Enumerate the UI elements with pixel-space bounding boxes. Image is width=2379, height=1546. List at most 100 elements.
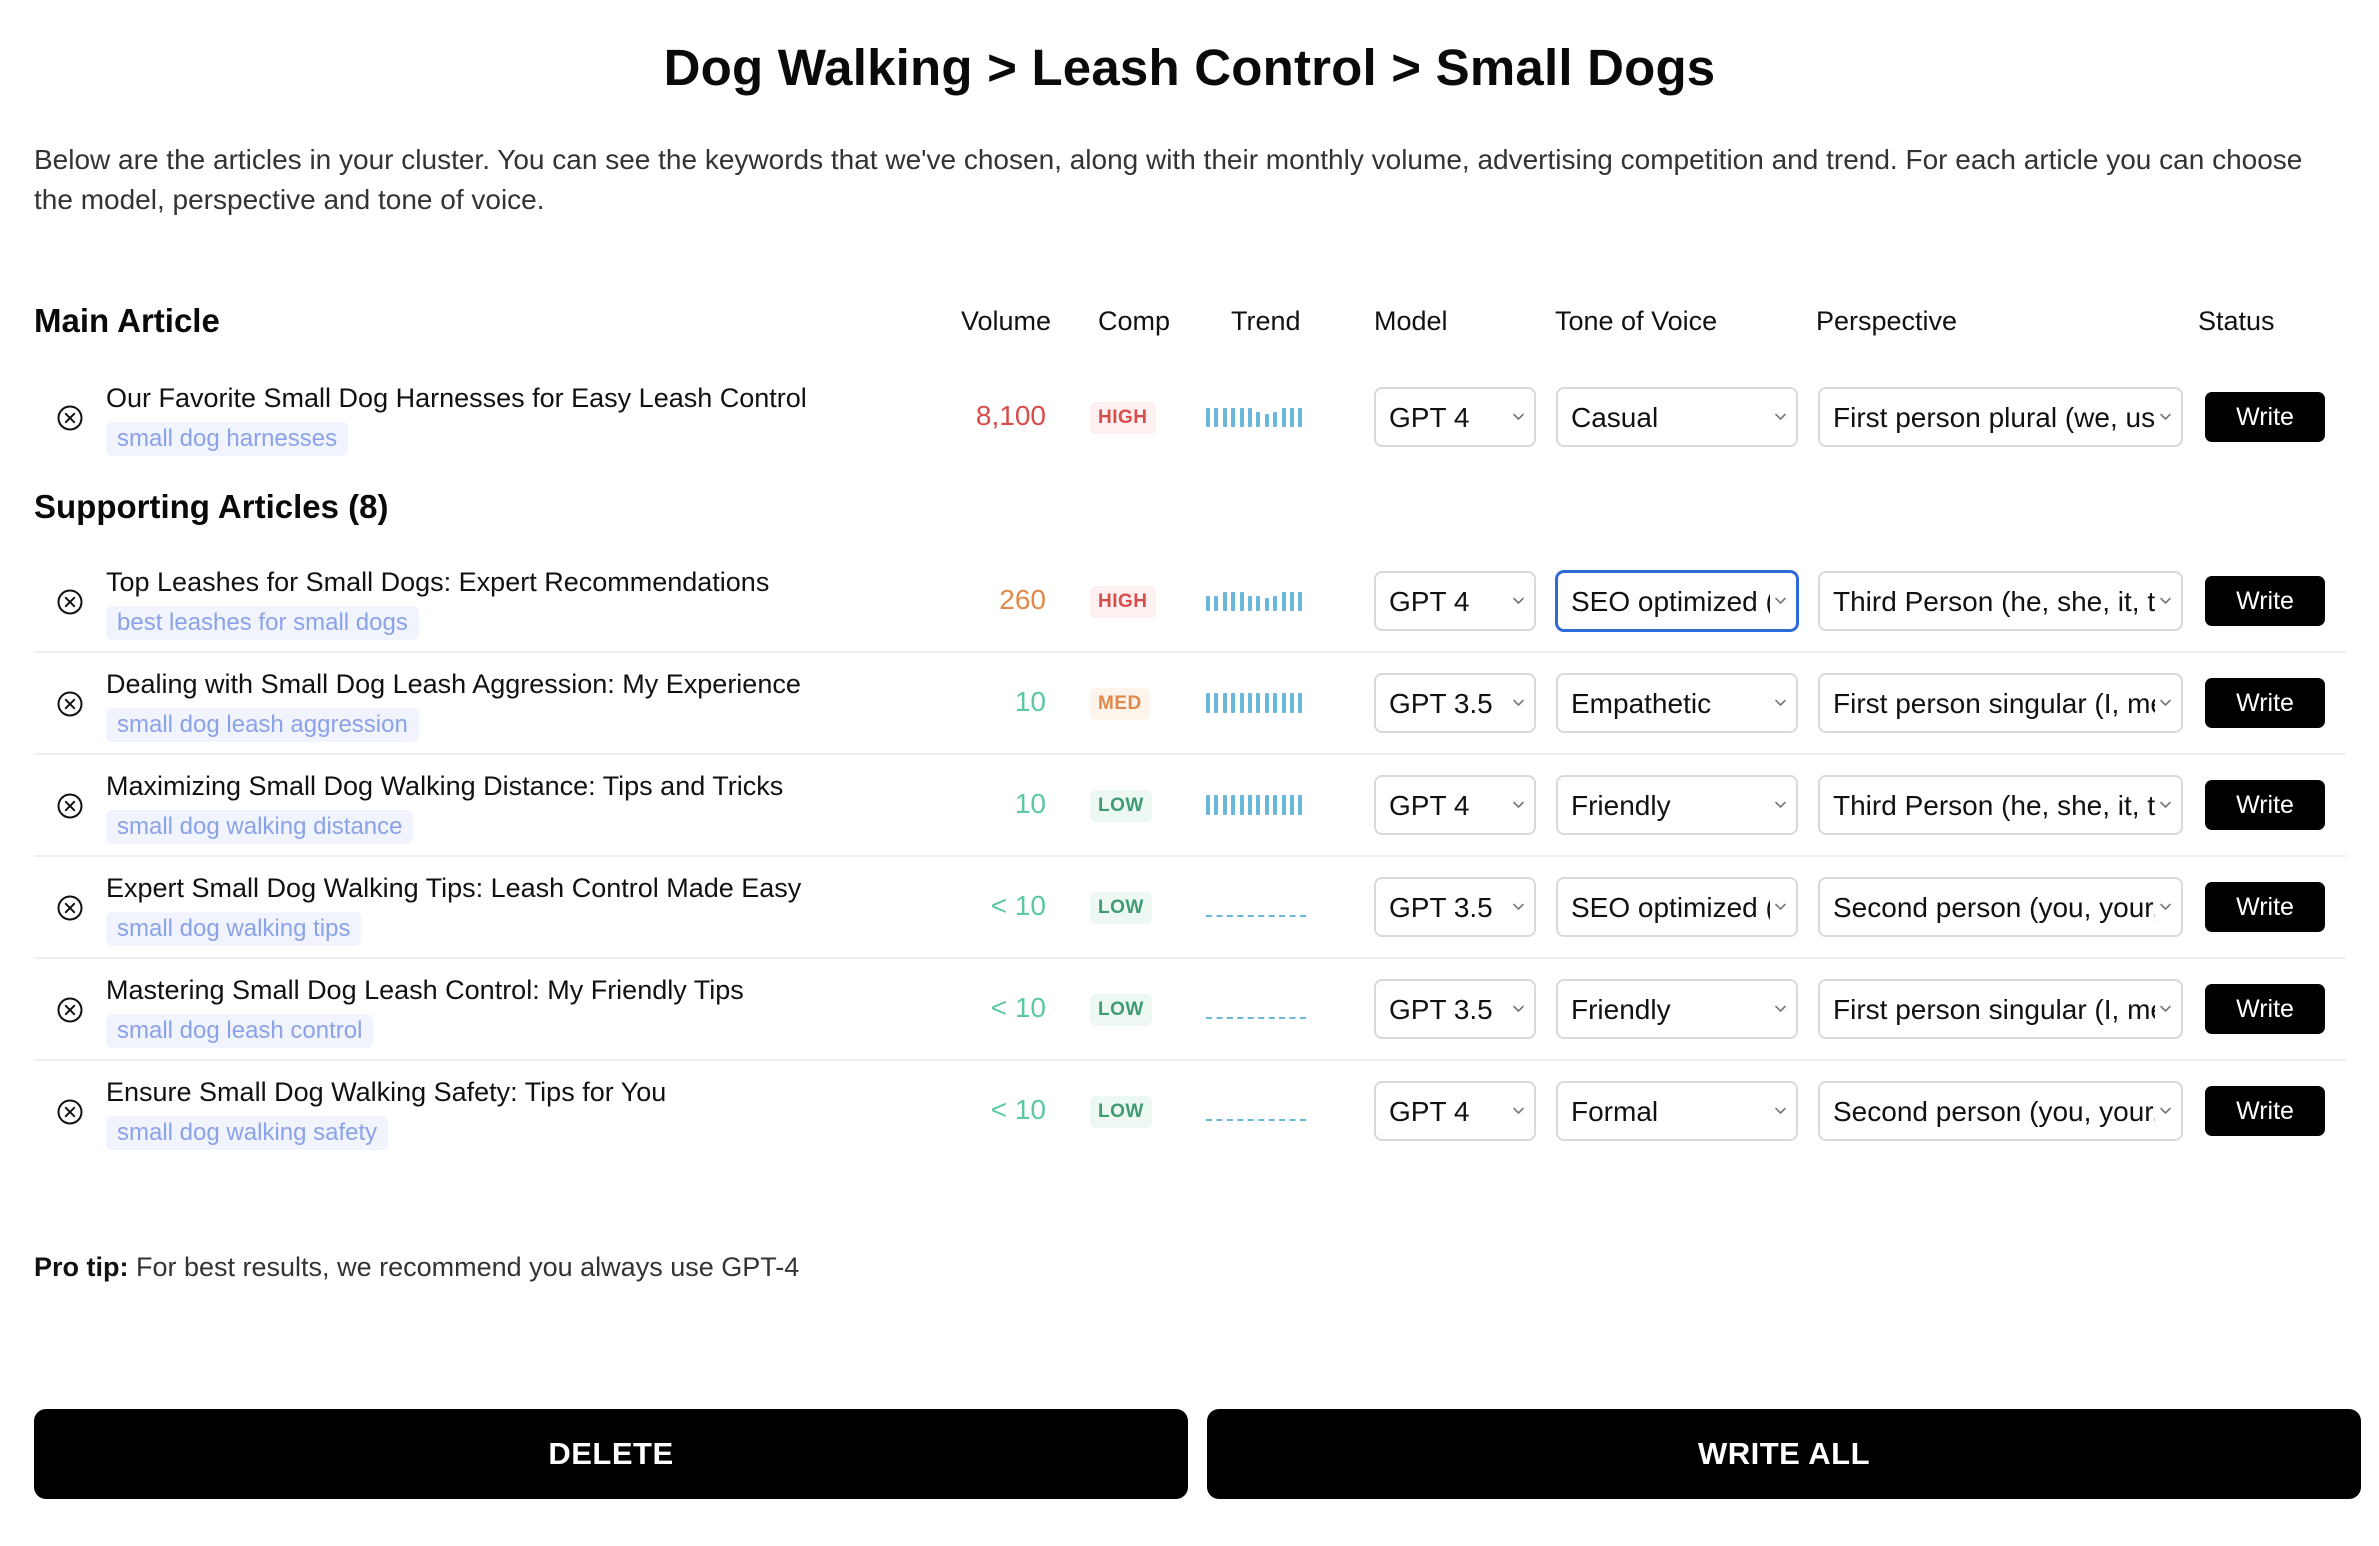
model-select-value: GPT 4 xyxy=(1389,586,1470,617)
keyword-tag[interactable]: small dog walking safety xyxy=(106,1116,389,1150)
tone-select[interactable]: SEO optimized ( xyxy=(1556,877,1798,937)
trend-bar xyxy=(1231,795,1236,815)
model-select[interactable]: GPT 4 xyxy=(1374,775,1536,835)
trend-bar xyxy=(1290,795,1294,815)
trend-bar xyxy=(1281,408,1286,427)
model-select[interactable]: GPT 4 xyxy=(1374,387,1536,447)
model-select-value: GPT 4 xyxy=(1389,402,1470,433)
tone-select[interactable]: Empathetic xyxy=(1556,673,1798,733)
column-comp: Comp xyxy=(1098,306,1171,336)
trend-bar xyxy=(1239,592,1244,611)
tone-select[interactable]: Friendly xyxy=(1556,775,1798,835)
trend-bar xyxy=(1281,592,1286,611)
trend-bar xyxy=(1239,408,1244,427)
trend-bar xyxy=(1231,408,1236,427)
model-select-value: GPT 3.5 xyxy=(1389,688,1493,719)
competition-badge: LOW xyxy=(1090,892,1152,924)
model-select[interactable]: GPT 4 xyxy=(1374,1081,1536,1141)
volume-value: 8,100 xyxy=(975,400,1046,431)
model-select[interactable]: GPT 3.5 xyxy=(1374,877,1536,937)
trend-bar xyxy=(1214,795,1219,815)
perspective-select[interactable]: First person singular (I, me, my) xyxy=(1818,979,2183,1039)
trend-bar xyxy=(1264,598,1269,611)
remove-article-button[interactable] xyxy=(56,690,84,718)
tone-select-value: Friendly xyxy=(1571,790,1671,821)
keyword-tag[interactable]: small dog walking distance xyxy=(106,810,414,844)
write-button[interactable]: Write xyxy=(2205,984,2325,1034)
perspective-select[interactable]: Second person (you, your, yours) xyxy=(1818,877,2183,937)
article-row: Top Leashes for Small Dogs: Expert Recom… xyxy=(34,551,2346,653)
article-row: Expert Small Dog Walking Tips: Leash Con… xyxy=(34,857,2346,959)
chevron-down-icon xyxy=(2159,696,2172,709)
circle-x-icon xyxy=(56,588,84,616)
competition-badge: MED xyxy=(1090,688,1150,720)
write-button[interactable]: Write xyxy=(2205,882,2325,932)
tone-select-value: Friendly xyxy=(1571,994,1671,1025)
keyword-tag[interactable]: small dog walking tips xyxy=(106,912,362,946)
keyword-tag[interactable]: small dog leash aggression xyxy=(106,708,419,742)
circle-x-icon xyxy=(56,1098,84,1126)
write-all-button[interactable]: WRITE ALL xyxy=(1207,1409,2361,1499)
chevron-down-icon xyxy=(1774,900,1787,913)
remove-article-button[interactable] xyxy=(56,894,84,922)
trend-bar xyxy=(1298,592,1303,611)
write-button[interactable]: Write xyxy=(2205,780,2325,830)
competition-badge: LOW xyxy=(1090,790,1152,822)
remove-article-button[interactable] xyxy=(56,1098,84,1126)
remove-article-button[interactable] xyxy=(56,996,84,1024)
perspective-select[interactable]: First person plural (we, us, our) xyxy=(1818,387,2183,447)
chevron-down-icon xyxy=(1512,410,1525,423)
perspective-select[interactable]: Third Person (he, she, it, they) xyxy=(1818,775,2183,835)
write-button[interactable]: Write xyxy=(2205,678,2325,728)
tone-select-value: Formal xyxy=(1571,1096,1659,1127)
remove-article-button[interactable] xyxy=(56,792,84,820)
perspective-select[interactable]: First person singular (I, me, my) xyxy=(1818,673,2183,733)
model-select[interactable]: GPT 4 xyxy=(1374,571,1536,631)
trend-bar xyxy=(1273,693,1278,713)
trend-bar xyxy=(1206,596,1210,611)
tone-select[interactable]: Friendly xyxy=(1556,979,1798,1039)
pro-tip: Pro tip: For best results, we recommend … xyxy=(34,1252,799,1283)
chevron-down-icon xyxy=(2159,594,2172,607)
keyword-tag[interactable]: small dog harnesses xyxy=(106,422,349,456)
trend-bar xyxy=(1248,408,1252,427)
tone-select-value: Casual xyxy=(1571,402,1659,433)
trend-sparkline xyxy=(1206,1093,1306,1121)
column-perspective: Perspective xyxy=(1816,306,1958,336)
chevron-down-icon xyxy=(1774,1002,1787,1015)
chevron-down-icon xyxy=(1774,798,1787,811)
delete-button[interactable]: DELETE xyxy=(34,1409,1188,1499)
circle-x-icon xyxy=(56,792,84,820)
keyword-tag[interactable]: small dog leash control xyxy=(106,1014,374,1048)
write-button[interactable]: Write xyxy=(2205,576,2325,626)
tone-select[interactable]: SEO optimized ( xyxy=(1556,571,1798,631)
volume-value: < 10 xyxy=(990,890,1046,921)
trend-bar xyxy=(1239,693,1244,713)
tone-select[interactable]: Formal xyxy=(1556,1081,1798,1141)
trend-bar xyxy=(1206,693,1210,713)
remove-article-button[interactable] xyxy=(56,588,84,616)
keyword-tag[interactable]: best leashes for small dogs xyxy=(106,606,419,640)
perspective-select[interactable]: Third Person (he, she, it, they) xyxy=(1818,571,2183,631)
tone-select[interactable]: Casual xyxy=(1556,387,1798,447)
model-select[interactable]: GPT 3.5 xyxy=(1374,673,1536,733)
trend-bar xyxy=(1214,693,1219,713)
volume-value: 10 xyxy=(1014,788,1046,819)
model-select[interactable]: GPT 3.5 xyxy=(1374,979,1536,1039)
trend-bar xyxy=(1206,795,1210,815)
trend-empty-line xyxy=(1206,915,1306,917)
trend-bar xyxy=(1222,592,1227,611)
circle-x-icon xyxy=(56,690,84,718)
remove-article-button[interactable] xyxy=(56,404,84,432)
model-select-value: GPT 3.5 xyxy=(1389,994,1493,1025)
chevron-down-icon xyxy=(1774,410,1787,423)
write-button[interactable]: Write xyxy=(2205,1086,2325,1136)
pro-tip-label: Pro tip: xyxy=(34,1252,129,1282)
perspective-select[interactable]: Second person (you, your, yours) xyxy=(1818,1081,2183,1141)
trend-sparkline xyxy=(1206,991,1306,1019)
article-title: Maximizing Small Dog Walking Distance: T… xyxy=(106,771,784,801)
trend-bar xyxy=(1248,795,1252,815)
perspective-select-value: Second person (you, your, yours) xyxy=(1833,1096,2155,1127)
trend-bar xyxy=(1264,414,1269,427)
write-button[interactable]: Write xyxy=(2205,392,2325,442)
